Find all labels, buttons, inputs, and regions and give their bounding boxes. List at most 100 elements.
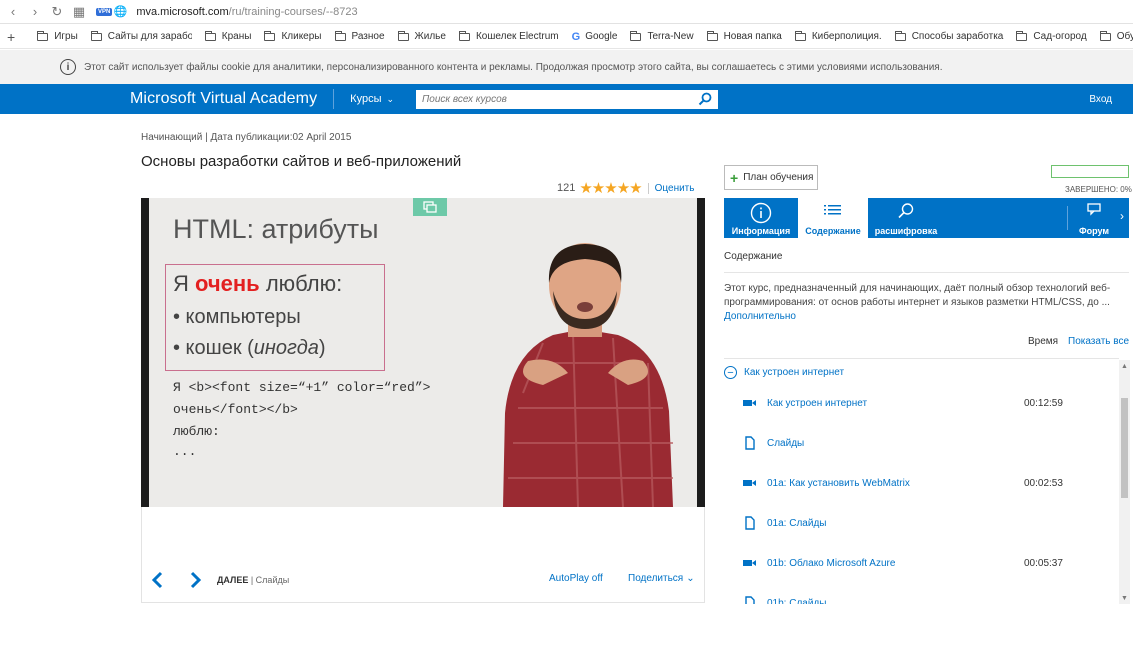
- rate-link[interactable]: Оценить: [647, 182, 694, 194]
- folder-icon: [894, 30, 906, 41]
- share-button[interactable]: Поделиться ⌄: [628, 573, 695, 584]
- scrollbar[interactable]: ▲ ▼: [1119, 360, 1130, 604]
- toc-item-title: Как устроен интернет: [767, 398, 868, 409]
- toc-item-title: Слайды: [767, 438, 805, 449]
- toc-item-title: 01a: Как установить WebMatrix: [767, 478, 910, 489]
- toc-item-title: 01b: Облако Microsoft Azure: [767, 558, 896, 569]
- next-icon[interactable]: [189, 571, 203, 589]
- document-icon: [743, 596, 757, 604]
- toc-item[interactable]: 01a: Как установить WebMatrix 00:02:53: [743, 476, 1113, 496]
- tab-info[interactable]: Информация: [724, 198, 798, 238]
- course-description: Этот курс, предназначенный для начинающи…: [724, 283, 1111, 308]
- presenter-image: [503, 243, 673, 507]
- courses-label: Курсы: [350, 93, 382, 105]
- toc-item-duration: 00:05:37: [1024, 558, 1063, 569]
- document-icon: [743, 516, 757, 533]
- divider: [724, 358, 1119, 359]
- folder-icon: [1016, 30, 1028, 41]
- chevron-down-icon: ⌄: [686, 573, 695, 584]
- bookmark-item[interactable]: G Google: [572, 31, 618, 43]
- star-rating-icon: ★★★★★: [579, 180, 642, 197]
- browser-address-bar: ‹ › ↻ ▦ VPN 🌐 mva.microsoft.com/ru/train…: [0, 0, 1133, 24]
- site-logo[interactable]: Microsoft Virtual Academy: [130, 90, 317, 108]
- site-header: Microsoft Virtual Academy Курсы ⌄ Вход: [0, 84, 1133, 114]
- bookmark-item[interactable]: Обучение: [1099, 30, 1133, 42]
- module-header[interactable]: − Как устроен интернет: [724, 366, 844, 379]
- bookmark-item[interactable]: Разное: [334, 30, 385, 42]
- forward-icon[interactable]: ›: [24, 1, 46, 23]
- bookmark-item[interactable]: Игры: [37, 30, 78, 42]
- popout-icon[interactable]: [413, 198, 447, 216]
- bookmark-item[interactable]: Способы заработка: [894, 30, 1004, 42]
- show-all-link[interactable]: Показать все: [1068, 336, 1129, 347]
- course-tabs: Информация Содержание расшифровка Форум …: [724, 198, 1129, 238]
- grid-icon[interactable]: ▦: [68, 1, 90, 23]
- folder-icon: [794, 30, 806, 41]
- info-icon: [750, 202, 772, 224]
- bookmark-label: Способы заработка: [911, 31, 1004, 42]
- search-box: [416, 89, 719, 109]
- reload-icon[interactable]: ↻: [46, 1, 68, 23]
- next-label[interactable]: ДАЛЕЕ | Слайды: [217, 575, 289, 585]
- autoplay-toggle[interactable]: AutoPlay off: [549, 573, 603, 584]
- folder-icon: [334, 30, 346, 41]
- scroll-up-icon[interactable]: ▲: [1121, 363, 1128, 370]
- previous-icon[interactable]: [150, 571, 164, 589]
- tab-transcript[interactable]: расшифровка: [868, 198, 944, 238]
- bookmark-label: Разное: [351, 31, 385, 42]
- module-title: Как устроен интернет: [744, 367, 845, 378]
- video-icon: [743, 556, 757, 573]
- login-link[interactable]: Вход: [1089, 94, 1112, 105]
- learning-plan-button[interactable]: + План обучения: [724, 165, 818, 190]
- bookmark-label: Жилье: [414, 31, 446, 42]
- bookmark-item[interactable]: Краны: [204, 30, 252, 42]
- tab-contents[interactable]: Содержание: [798, 198, 868, 238]
- bookmark-label: Кошелек Electrum: [475, 31, 559, 42]
- tab-forum[interactable]: Форум: [1068, 198, 1120, 238]
- rating: 121 ★★★★★ Оценить: [557, 179, 694, 197]
- toc-item[interactable]: Как устроен интернет 00:12:59: [743, 396, 1113, 416]
- bookmark-item[interactable]: Киберполиция.: [794, 30, 882, 42]
- divider: [724, 272, 1129, 273]
- toc-item[interactable]: 01b: Слайды: [743, 596, 1113, 604]
- bookmark-label: Кликеры: [281, 31, 322, 42]
- toc-item-duration: 00:12:59: [1024, 398, 1063, 409]
- bookmark-item[interactable]: Жилье: [397, 30, 446, 42]
- video-player[interactable]: HTML: атрибуты Я очень люблю: • компьюте…: [141, 198, 705, 507]
- video-icon: [743, 396, 757, 413]
- slide-code-1: Я <b><font size=“+1” color=“red”>: [173, 380, 431, 395]
- search-input[interactable]: [422, 93, 673, 105]
- bookmark-label: Сайты для заработка: [107, 31, 192, 42]
- toc-item[interactable]: 01b: Облако Microsoft Azure 00:05:37: [743, 556, 1113, 576]
- bookmark-item[interactable]: Сад-огород: [1016, 30, 1087, 42]
- bookmark-item[interactable]: Кошелек Electrum: [458, 30, 559, 42]
- bookmark-item[interactable]: Новая папка: [706, 30, 782, 42]
- courses-menu[interactable]: Курсы ⌄: [350, 93, 394, 105]
- url-host: mva.microsoft.com: [136, 5, 229, 18]
- bookmark-item[interactable]: Кликеры: [264, 30, 322, 42]
- chat-icon: [1087, 203, 1101, 216]
- player-controls: ДАЛЕЕ | Слайды AutoPlay off Поделиться ⌄: [141, 507, 705, 603]
- bookmark-label: Краны: [221, 31, 252, 42]
- bookmark-item[interactable]: Сайты для заработка: [90, 30, 192, 42]
- toc-item[interactable]: 01a: Слайды: [743, 516, 1113, 536]
- chevron-down-icon: ⌄: [386, 93, 395, 104]
- toc-item[interactable]: Слайды: [743, 436, 1113, 456]
- rating-count: 121: [557, 182, 576, 194]
- more-link[interactable]: Дополнительно: [724, 311, 796, 322]
- plus-icon: +: [730, 169, 739, 186]
- scroll-thumb[interactable]: [1121, 398, 1128, 498]
- header-divider: [333, 89, 335, 109]
- scroll-down-icon[interactable]: ▼: [1121, 595, 1128, 602]
- learning-plan-label: План обучения: [743, 172, 814, 183]
- search-icon[interactable]: [698, 92, 712, 106]
- add-bookmark-icon[interactable]: +: [7, 29, 15, 45]
- bookmark-item[interactable]: Terra-New: [630, 30, 694, 42]
- vpn-badge[interactable]: VPN: [96, 7, 113, 16]
- bookmark-label: Terra-New: [647, 31, 694, 42]
- chevron-right-icon[interactable]: ›: [1120, 209, 1124, 223]
- folder-icon: [706, 30, 718, 41]
- url-field[interactable]: mva.microsoft.com/ru/training-courses/--…: [136, 6, 357, 18]
- back-icon[interactable]: ‹: [2, 1, 24, 23]
- completed-label: ЗАВЕРШЕНО: 0%: [1065, 185, 1132, 194]
